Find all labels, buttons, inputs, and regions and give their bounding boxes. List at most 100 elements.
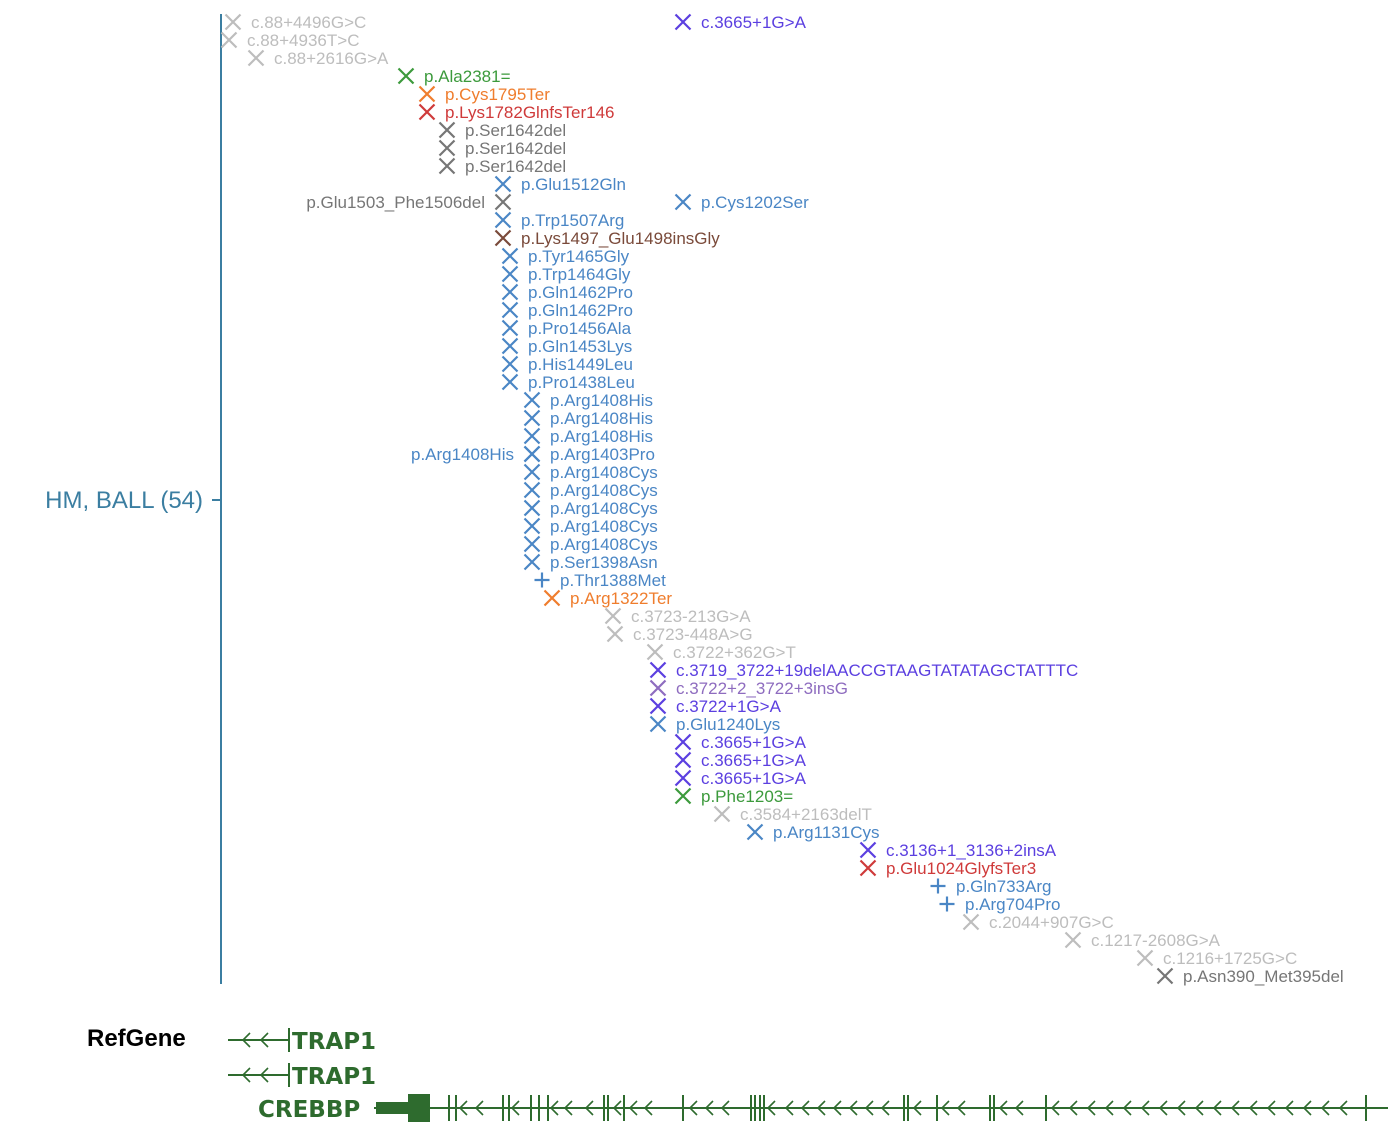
cross-marker-icon	[397, 67, 415, 85]
mutation-mark[interactable]: p.Ala2381=	[397, 67, 511, 86]
mutation-mark[interactable]: c.1217-2608G>A	[1064, 931, 1221, 950]
mutation-label: c.88+4936T>C	[247, 31, 359, 50]
mutation-mark[interactable]: p.Arg704Pro	[939, 895, 1061, 914]
mutation-mark[interactable]: c.3665+1G>A	[674, 769, 807, 788]
utr-block	[376, 1102, 408, 1114]
mutation-label: p.Gln733Arg	[956, 877, 1051, 896]
mutation-mark[interactable]: p.His1449Leu	[501, 355, 633, 374]
mutation-mark[interactable]: p.Arg1408His	[523, 427, 654, 446]
cross-marker-icon	[501, 283, 519, 301]
mutation-mark[interactable]: p.Trp1507Arg	[494, 211, 625, 230]
mutation-mark[interactable]: p.Thr1388Met	[534, 571, 667, 590]
cross-marker-icon	[494, 229, 512, 247]
mutation-mark[interactable]: p.Arg1408His	[411, 445, 541, 464]
mutation-mark[interactable]: c.3665+1G>A	[674, 733, 807, 752]
mutation-mark[interactable]: p.Gln1462Pro	[501, 283, 633, 302]
cross-marker-icon	[674, 787, 692, 805]
mutation-mark[interactable]: p.Pro1456Ala	[501, 319, 632, 338]
mutation-mark[interactable]: p.Glu1240Lys	[649, 715, 781, 734]
gene-model-trap1[interactable]: TRAP1	[228, 1028, 376, 1055]
mutation-mark[interactable]: c.3723-448A>G	[606, 625, 753, 644]
mutation-mark[interactable]: p.Arg1408His	[523, 409, 654, 428]
mutation-mark[interactable]: p.Asn390_Met395del	[1156, 967, 1344, 986]
mutation-mark[interactable]: c.2044+907G>C	[962, 913, 1114, 932]
gene-model-crebbp[interactable]: CREBBP	[258, 1094, 1388, 1123]
cross-marker-icon	[418, 103, 436, 121]
mutation-mark[interactable]: p.Gln1462Pro	[501, 301, 633, 320]
mutation-label: p.Arg1131Cys	[773, 823, 879, 842]
mutation-mark[interactable]: p.Ser1642del	[438, 139, 567, 158]
mutation-mark[interactable]: p.Lys1782GlnfsTer146	[418, 103, 615, 122]
mutation-label: p.Trp1507Arg	[521, 211, 624, 230]
gene-name: CREBBP	[258, 1097, 360, 1123]
cross-marker-icon	[523, 535, 541, 553]
mutation-label: p.Pro1438Leu	[528, 373, 635, 392]
mutation-mark[interactable]: p.Lys1497_Glu1498insGly	[494, 229, 721, 248]
mutation-mark[interactable]: p.Arg1408Cys	[523, 517, 658, 536]
mutation-label: c.3722+1G>A	[676, 697, 782, 716]
mutation-mark[interactable]: c.1216+1725G>C	[1136, 949, 1298, 968]
mutation-mark[interactable]: p.Glu1024GlyfsTer3	[859, 859, 1037, 878]
mutation-mark[interactable]: p.Arg1408Cys	[523, 535, 658, 554]
mutation-mark[interactable]: p.Phe1203=	[674, 787, 794, 806]
mutation-mark[interactable]: p.Ser1642del	[438, 157, 567, 176]
mutation-mark[interactable]: c.88+4496G>C	[224, 13, 367, 32]
cross-marker-icon	[523, 517, 541, 535]
mutation-mark[interactable]: c.3723-213G>A	[604, 607, 752, 626]
mutation-mark[interactable]: p.Gln1453Lys	[501, 337, 633, 356]
mutation-mark[interactable]: p.Cys1202Ser	[674, 193, 810, 212]
mutation-mark[interactable]: p.Arg1131Cys	[746, 823, 880, 842]
mutation-label: p.Glu1503_Phe1506del	[306, 193, 485, 212]
mutation-mark[interactable]: p.Arg1408Cys	[523, 499, 658, 518]
cross-marker-icon	[962, 913, 980, 931]
mutation-label: c.1217-2608G>A	[1091, 931, 1221, 950]
cross-marker-icon	[674, 13, 692, 31]
mutation-mark[interactable]: p.Cys1795Ter	[418, 85, 551, 104]
mutation-mark[interactable]: c.3719_3722+19delAACCGTAAGTATATAGCTATTTC	[649, 661, 1079, 680]
mutation-label: p.Glu1240Lys	[676, 715, 780, 734]
cross-marker-icon	[494, 175, 512, 193]
mutation-label: p.Cys1795Ter	[445, 85, 550, 104]
cross-marker-icon	[501, 319, 519, 337]
mutation-mark[interactable]: c.3584+2163delT	[713, 805, 872, 824]
track-label[interactable]: HM, BALL (54)	[45, 487, 203, 514]
mutation-label: p.Arg1408His	[411, 445, 514, 464]
mutation-mark[interactable]: c.88+4936T>C	[220, 31, 360, 50]
mutation-mark[interactable]: c.3722+1G>A	[649, 697, 782, 716]
mutation-label: p.Arg1408His	[550, 409, 653, 428]
mutation-mark[interactable]: p.Pro1438Leu	[501, 373, 635, 392]
mutation-label: p.Lys1782GlnfsTer146	[445, 103, 614, 122]
mutation-label: p.Cys1202Ser	[701, 193, 809, 212]
mutation-label: c.88+2616G>A	[274, 49, 389, 68]
mutation-mark[interactable]: p.Arg1403Pro	[523, 445, 655, 464]
track-axis: HM, BALL (54)	[45, 14, 222, 984]
mutation-mark[interactable]: c.3722+2_3722+3insG	[649, 679, 849, 698]
mutation-mark[interactable]: p.Arg1408Cys	[523, 481, 658, 500]
mutation-mark[interactable]: p.Trp1464Gly	[501, 265, 631, 284]
mutation-label: p.Arg1408Cys	[550, 499, 658, 518]
mutation-mark[interactable]: p.Arg1408Cys	[523, 463, 658, 482]
mutation-label: p.Arg1408Cys	[550, 535, 658, 554]
mutation-mark[interactable]: p.Ser1642del	[438, 121, 567, 140]
mutation-mark[interactable]: p.Gln733Arg	[930, 877, 1052, 896]
mutation-label: c.3665+1G>A	[701, 13, 807, 32]
cross-marker-icon	[1156, 967, 1174, 985]
mutation-mark[interactable]: c.3665+1G>A	[674, 751, 807, 770]
mutation-mark[interactable]: p.Glu1503_Phe1506del	[306, 193, 512, 212]
mutation-mark[interactable]: p.Arg1408His	[523, 391, 654, 410]
plus-marker-icon	[534, 572, 550, 588]
mutation-mark[interactable]: p.Arg1322Ter	[543, 589, 673, 608]
mutation-mark[interactable]: c.3136+1_3136+2insA	[859, 841, 1057, 860]
refgene-track: RefGene TRAP1 TRAP1 CREBBP	[87, 1025, 1388, 1123]
mutation-mark[interactable]: c.3665+1G>A	[674, 13, 807, 32]
mutation-mark[interactable]: p.Glu1512Gln	[494, 175, 626, 194]
plus-marker-icon	[930, 878, 946, 894]
cross-marker-icon	[438, 157, 456, 175]
cross-marker-icon	[224, 13, 242, 31]
mutation-mark[interactable]: p.Tyr1465Gly	[501, 247, 630, 266]
mutation-mark[interactable]: c.88+2616G>A	[247, 49, 390, 68]
cross-marker-icon	[674, 733, 692, 751]
mutation-mark[interactable]: c.3722+362G>T	[646, 643, 796, 662]
mutation-mark[interactable]: p.Ser1398Asn	[523, 553, 658, 572]
gene-model-trap1[interactable]: TRAP1	[228, 1063, 376, 1090]
